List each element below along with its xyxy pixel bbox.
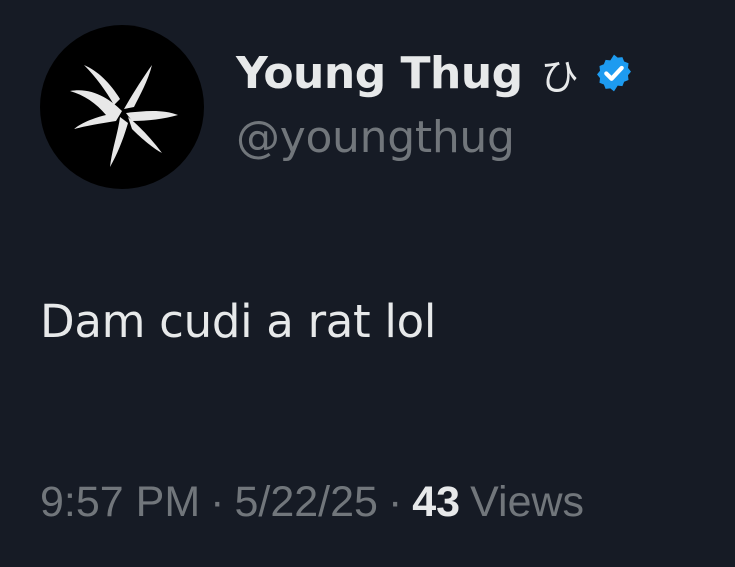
author-display-name[interactable]: Young Thug (236, 48, 523, 99)
views-label[interactable]: Views (470, 478, 584, 527)
author-handle[interactable]: @youngthug (236, 112, 515, 163)
meta-separator: · (387, 478, 403, 526)
meta-separator: · (210, 478, 225, 526)
tweet-time[interactable]: 9:57 PM (40, 478, 200, 527)
name-emoji: ひ (540, 54, 579, 99)
tweet-text: Dam cudi a rat lol (40, 295, 437, 348)
tweet-meta: 9:57 PM · 5/22/25 · 43 Views (40, 478, 584, 527)
views-count[interactable]: 43 (412, 478, 460, 527)
avatar-logo-icon (70, 65, 178, 167)
tweet-card: Young Thug ひ @youngthug Dam cudi a rat l… (0, 0, 735, 567)
tweet-date[interactable]: 5/22/25 (234, 478, 377, 527)
verified-badge-icon (596, 54, 631, 92)
avatar[interactable] (40, 25, 204, 189)
author-name-row[interactable]: Young Thug ひ (236, 42, 635, 104)
